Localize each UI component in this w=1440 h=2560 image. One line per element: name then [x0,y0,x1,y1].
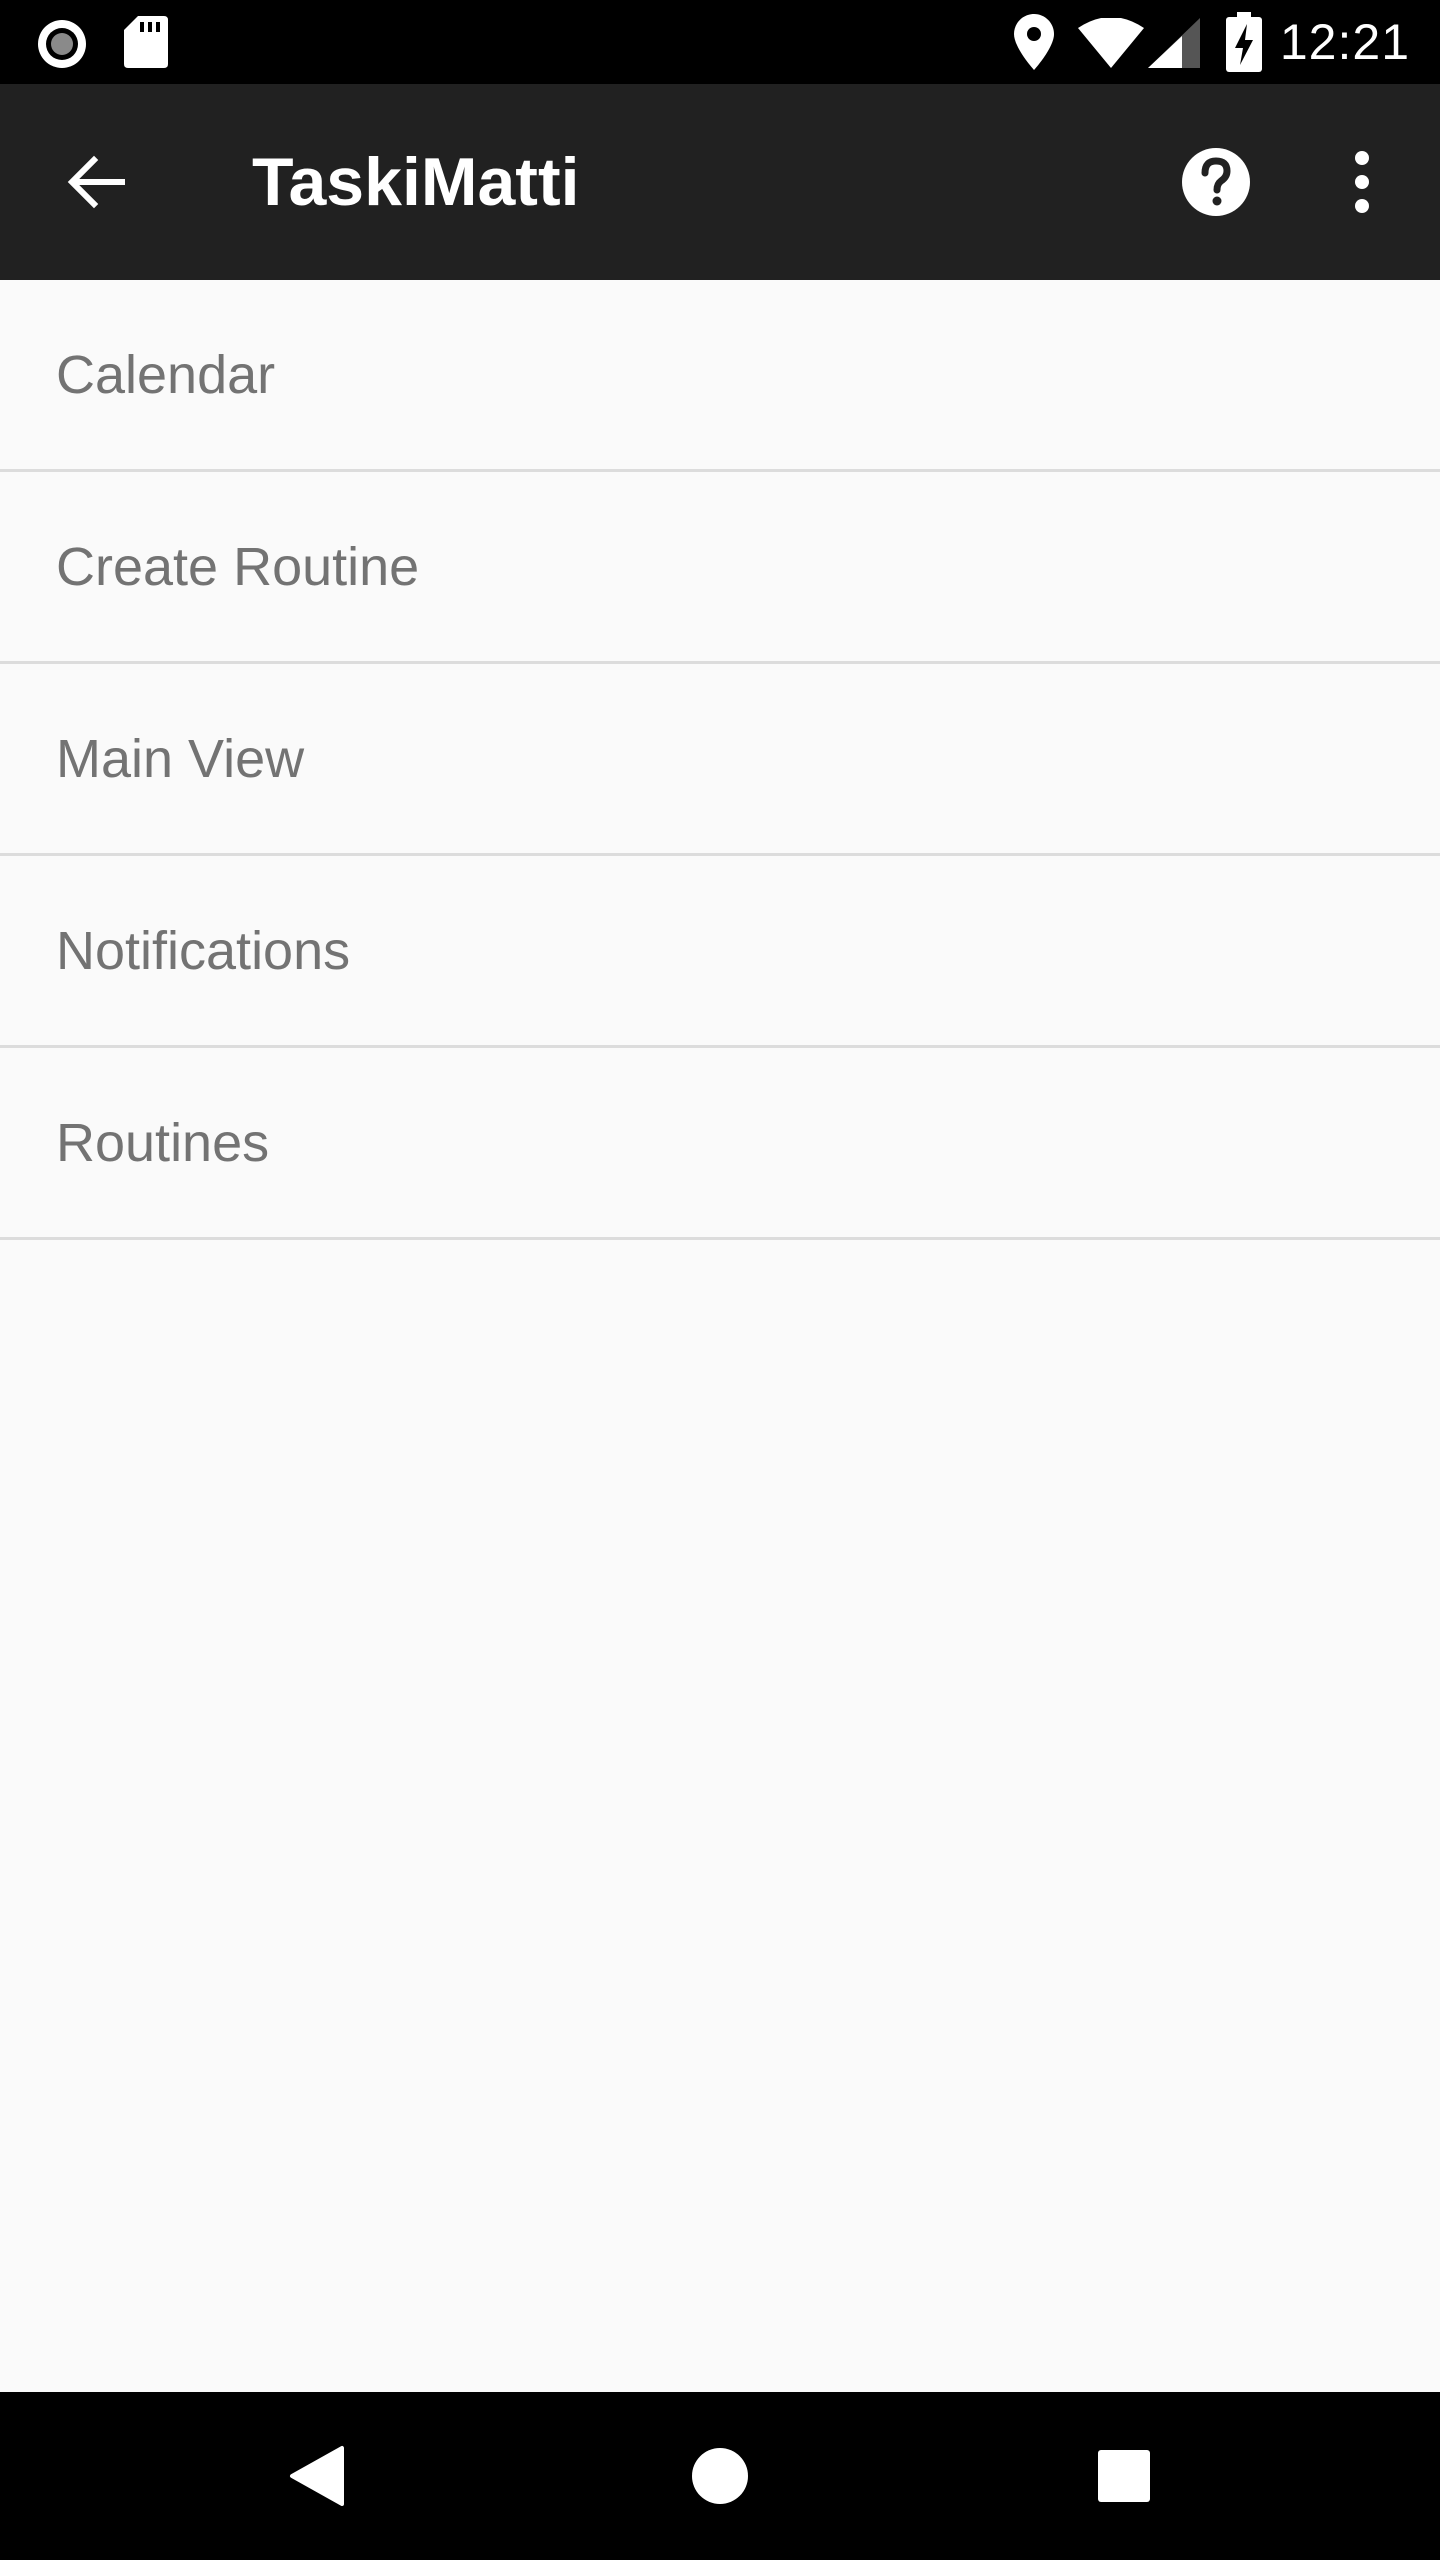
back-arrow-icon [67,155,125,209]
nav-recents-icon [1098,2450,1150,2502]
list-item-routines[interactable]: Routines [0,1048,1440,1240]
nav-back-button[interactable] [268,2428,364,2524]
list-item-calendar[interactable]: Calendar [0,280,1440,472]
list-item-notifications[interactable]: Notifications [0,856,1440,1048]
signal-icon [1148,18,1200,68]
system-nav-bar [0,2392,1440,2560]
record-icon [38,20,86,68]
nav-back-icon [290,2446,344,2506]
status-time: 12:21 [1279,14,1410,70]
menu-list: Calendar Create Routine Main View Notifi… [0,280,1440,1240]
more-options-button[interactable] [1314,134,1410,230]
sd-card-icon [124,16,168,68]
nav-recents-button[interactable] [1076,2428,1172,2524]
wifi-icon [1078,18,1144,68]
list-item-create-routine[interactable]: Create Routine [0,472,1440,664]
app-title: TaskiMatti [252,144,580,220]
more-vert-icon [1355,151,1369,213]
list-item-main-view[interactable]: Main View [0,664,1440,856]
nav-home-icon [692,2448,748,2504]
app-bar: TaskiMatti [0,84,1440,280]
location-icon [1014,14,1054,70]
nav-home-button[interactable] [672,2428,768,2524]
status-bar: 12:21 [0,0,1440,84]
battery-charging-icon [1226,12,1262,72]
back-button[interactable] [48,134,144,230]
help-button[interactable] [1168,134,1264,230]
help-icon [1182,148,1250,216]
